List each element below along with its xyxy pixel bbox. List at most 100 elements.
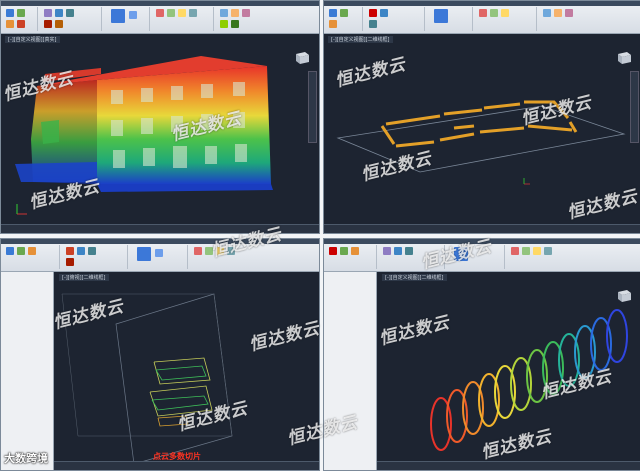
properties-panel[interactable] — [324, 272, 377, 470]
tool-icon[interactable] — [220, 9, 228, 17]
tool-icon[interactable] — [511, 247, 519, 255]
import-icon[interactable] — [6, 9, 14, 17]
tool-icon[interactable] — [220, 20, 228, 28]
measure-icon[interactable] — [88, 247, 96, 255]
section-icon[interactable] — [383, 247, 391, 255]
cloud-icon[interactable] — [434, 9, 448, 23]
measure-icon[interactable] — [405, 247, 413, 255]
viewport-3d[interactable] — [324, 34, 640, 233]
ribbon-group — [191, 245, 315, 269]
cloud-icon[interactable] — [137, 247, 151, 261]
ribbon-group — [366, 7, 425, 31]
viewport-3d[interactable] — [377, 272, 640, 470]
cloud-icon[interactable] — [454, 247, 468, 261]
ribbon-group — [3, 7, 38, 31]
tool-icon[interactable] — [522, 247, 530, 255]
tool-icon[interactable] — [167, 9, 175, 17]
building-pointcloud-viewport[interactable]: [-][自定义视图][真实] — [0, 0, 320, 234]
export-icon[interactable] — [55, 20, 63, 28]
viewport-label[interactable]: [-][自定义视图][二维线框] — [382, 274, 447, 281]
viewcube-icon[interactable] — [615, 49, 633, 65]
view-icon[interactable] — [155, 249, 163, 257]
import-icon[interactable] — [329, 247, 337, 255]
title-bar — [1, 239, 319, 244]
tool-icon[interactable] — [554, 9, 562, 17]
viewport-3d[interactable] — [1, 34, 319, 233]
section-icon[interactable] — [44, 9, 52, 17]
cloud-icon[interactable] — [111, 9, 125, 23]
tool-icon[interactable] — [544, 247, 552, 255]
ribbon-toolbar — [324, 239, 640, 272]
tool-icon[interactable] — [194, 247, 202, 255]
tool-icon[interactable] — [479, 9, 487, 17]
floor-slice-viewport[interactable]: [-][自定义视图][二维线框] — [323, 0, 640, 234]
filter-icon[interactable] — [329, 20, 337, 28]
building-pointcloud — [15, 56, 273, 215]
ribbon-group — [217, 7, 315, 31]
slice-icon[interactable] — [77, 247, 85, 255]
import-icon[interactable] — [6, 247, 14, 255]
ribbon-toolbar — [1, 239, 319, 272]
slice-icon[interactable] — [55, 9, 63, 17]
multi-slice-viewport[interactable]: [-][俯视][二维线框] 点云多数切片 — [0, 238, 320, 471]
title-bar — [324, 1, 640, 6]
ribbon-group — [540, 7, 638, 31]
section-icon[interactable] — [66, 247, 74, 255]
layer-icon[interactable] — [340, 247, 348, 255]
navigation-bar[interactable] — [630, 71, 639, 143]
measure-icon[interactable] — [369, 20, 377, 28]
view-icon[interactable] — [129, 11, 137, 19]
navigation-bar[interactable] — [308, 71, 317, 143]
tool-icon[interactable] — [501, 9, 509, 17]
command-line[interactable] — [324, 224, 640, 233]
color-icon[interactable] — [66, 258, 74, 266]
ribbon-group — [131, 245, 188, 269]
color-icon[interactable] — [44, 20, 52, 28]
ribbon-group — [380, 245, 445, 269]
viewcube-icon[interactable] — [293, 49, 311, 65]
layer-icon[interactable] — [17, 9, 25, 17]
tool-icon[interactable] — [242, 9, 250, 17]
tool-icon[interactable] — [543, 9, 551, 17]
layer-icon[interactable] — [340, 9, 348, 17]
viewport-label[interactable]: [-][俯视][二维线框] — [59, 274, 109, 281]
ribbon-group — [3, 245, 60, 269]
ribbon-group — [448, 245, 505, 269]
tunnel-rings-viewport[interactable]: [-][自定义视图][二维线框] — [323, 238, 640, 471]
clip-icon[interactable] — [17, 20, 25, 28]
ribbon-group — [153, 7, 214, 31]
tool-icon[interactable] — [205, 247, 213, 255]
filter-icon[interactable] — [6, 20, 14, 28]
ribbon-group — [41, 7, 102, 31]
tool-icon[interactable] — [178, 9, 186, 17]
tool-icon[interactable] — [216, 247, 224, 255]
tool-icon[interactable] — [565, 9, 573, 17]
measure-icon[interactable] — [66, 9, 74, 17]
viewport-label[interactable]: [-][自定义视图][真实] — [5, 36, 60, 43]
filter-icon[interactable] — [351, 247, 359, 255]
tool-icon[interactable] — [156, 9, 164, 17]
ribbon-group — [105, 7, 150, 31]
section-icon[interactable] — [369, 9, 377, 17]
ribbon-group — [428, 7, 473, 31]
tool-icon[interactable] — [231, 20, 239, 28]
viewport-3d[interactable] — [54, 272, 319, 470]
brand-logo-text: 大数跨境 — [4, 452, 48, 465]
tunnel-ring-slices — [430, 309, 628, 451]
floor-slice-outline — [336, 100, 626, 185]
viewport-label[interactable]: [-][自定义视图][二维线框] — [328, 36, 393, 43]
ribbon-group — [476, 7, 537, 31]
import-icon[interactable] — [329, 9, 337, 17]
tool-icon[interactable] — [189, 9, 197, 17]
viewcube-icon[interactable] — [615, 287, 633, 303]
command-line[interactable] — [1, 224, 319, 233]
slice-icon[interactable] — [380, 9, 388, 17]
slice-icon[interactable] — [394, 247, 402, 255]
tool-icon[interactable] — [533, 247, 541, 255]
filter-icon[interactable] — [28, 247, 36, 255]
tool-icon[interactable] — [490, 9, 498, 17]
tool-icon[interactable] — [227, 247, 235, 255]
layer-icon[interactable] — [17, 247, 25, 255]
tool-icon[interactable] — [231, 9, 239, 17]
properties-panel[interactable] — [1, 272, 54, 470]
